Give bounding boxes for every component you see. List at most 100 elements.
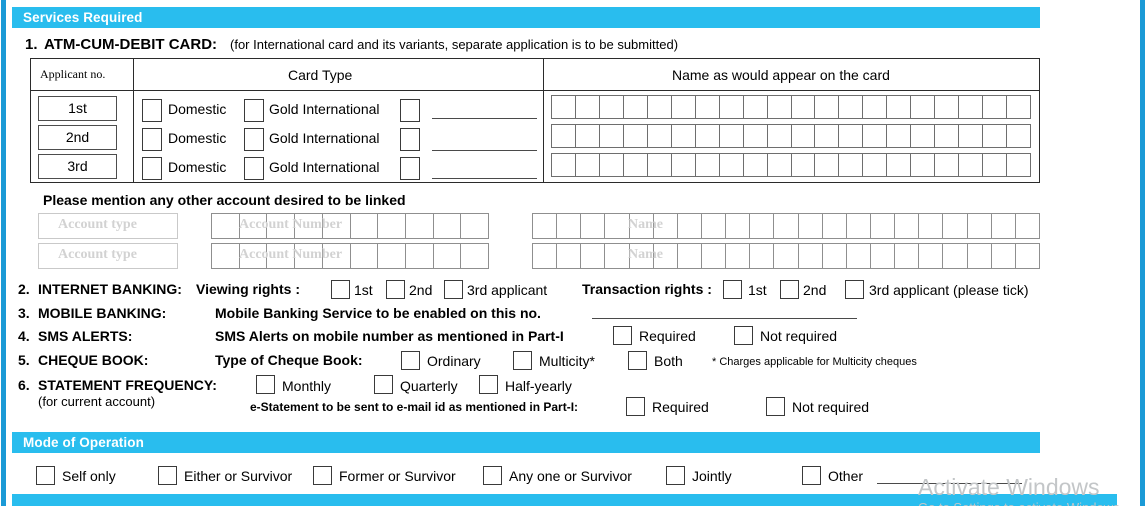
cheque-book-checkbox-both[interactable] (628, 351, 647, 370)
mobile-banking-text: Mobile Banking Service to be enabled on … (215, 305, 541, 321)
cheque-book-checkbox-multicity[interactable] (513, 351, 532, 370)
atm-checkbox-domestic-1[interactable] (142, 99, 162, 122)
linked-account-number-grid-1[interactable] (211, 213, 489, 239)
sms-alerts-text: SMS Alerts on mobile number as mentioned… (215, 328, 564, 344)
atm-checkbox-gold-international-3[interactable] (244, 157, 264, 180)
atm-other-line-1[interactable] (432, 118, 537, 119)
statement-frequency-item-number: 6. (18, 377, 30, 393)
atm-other-line-2[interactable] (432, 150, 537, 151)
sms-alerts-checkbox-not-required[interactable] (734, 326, 753, 345)
mobile-banking-number-line[interactable] (592, 318, 857, 319)
statement-frequency-sublabel: (for current account) (38, 394, 156, 409)
atm-label-domestic-1: Domestic (168, 101, 227, 117)
atm-table-divider-2 (543, 59, 545, 182)
atm-name-grid-2[interactable] (551, 124, 1031, 148)
atm-applicant-box-2[interactable]: 2nd (38, 125, 117, 150)
cheque-book-label-both: Both (654, 353, 683, 369)
atm-item-note: (for International card and its variants… (230, 37, 679, 52)
estatement-label-not-required: Not required (792, 399, 870, 415)
mode-checkbox-jointly[interactable] (666, 466, 685, 485)
mode-checkbox-either-or-survivor[interactable] (158, 466, 177, 485)
sms-alerts-label-not-required: Not required (760, 328, 838, 344)
sms-alerts-item-number: 4. (18, 328, 30, 344)
sms-alerts-checkbox-required[interactable] (613, 326, 632, 345)
atm-name-grid-3[interactable] (551, 153, 1031, 177)
sms-alerts-label-required: Required (639, 328, 696, 344)
viewing-rights-label-1st: 1st (354, 282, 373, 298)
atm-checkbox-gold-international-1[interactable] (244, 99, 264, 122)
atm-label-gold-international-3: Gold International (269, 159, 380, 175)
atm-name-grid-1[interactable] (551, 95, 1031, 119)
mode-label-jointly: Jointly (692, 468, 732, 484)
statement-frequency-label-monthly: Monthly (282, 378, 332, 394)
atm-label-domestic-3: Domestic (168, 159, 227, 175)
atm-item-label: ATM-CUM-DEBIT CARD: (44, 36, 218, 53)
atm-label-gold-international-1: Gold International (269, 101, 380, 117)
atm-applicant-box-1[interactable]: 1st (38, 96, 117, 121)
mode-label-any-one-or-survivor: Any one or Survivor (509, 468, 632, 484)
viewing-rights-label-3rd: 3rd applicant (467, 282, 548, 298)
transaction-rights-checkbox-3rd[interactable] (845, 280, 864, 299)
estatement-checkbox-required[interactable] (626, 397, 645, 416)
atm-checkbox-other-1[interactable] (400, 99, 420, 122)
atm-applicant-box-3[interactable]: 3rd (38, 154, 117, 179)
statement-frequency-label-half-yearly: Half-yearly (505, 378, 572, 394)
transaction-rights-label: Transaction rights : (582, 281, 712, 297)
internet-banking-label: INTERNET BANKING: (38, 281, 182, 297)
statement-frequency-checkbox-quarterly[interactable] (374, 375, 393, 394)
cheque-book-footnote: * Charges applicable for Multicity chequ… (712, 356, 917, 368)
internet-banking-item-number: 2. (18, 281, 30, 297)
atm-header-card-type: Card Type (288, 67, 353, 83)
linked-account-name-grid-1[interactable] (532, 213, 1040, 239)
transaction-rights-checkbox-2nd[interactable] (780, 280, 799, 299)
cheque-book-label: CHEQUE BOOK: (38, 352, 149, 368)
mode-checkbox-self-only[interactable] (36, 466, 55, 485)
form-page: Services Required 1. ATM-CUM-DEBIT CARD:… (0, 0, 1146, 506)
estatement-text: e-Statement to be sent to e-mail id as m… (250, 400, 579, 414)
mode-checkbox-other[interactable] (802, 466, 821, 485)
cheque-book-checkbox-ordinary[interactable] (401, 351, 420, 370)
statement-frequency-checkbox-monthly[interactable] (256, 375, 275, 394)
linked-account-name-grid-2[interactable] (532, 243, 1040, 269)
atm-checkbox-other-2[interactable] (400, 128, 420, 151)
transaction-rights-checkbox-1st[interactable] (723, 280, 742, 299)
atm-label-domestic-2: Domestic (168, 130, 227, 146)
linked-accounts-title: Please mention any other account desired… (43, 192, 406, 208)
atm-header-applicant-no: Applicant no. (40, 67, 106, 81)
cheque-book-type-label: Type of Cheque Book: (215, 352, 363, 368)
mode-label-either-or-survivor: Either or Survivor (184, 468, 293, 484)
atm-checkbox-other-3[interactable] (400, 157, 420, 180)
atm-checkbox-gold-international-2[interactable] (244, 128, 264, 151)
atm-checkbox-domestic-2[interactable] (142, 128, 162, 151)
transaction-rights-label-3rd: 3rd applicant (please tick) (869, 282, 1029, 298)
estatement-label-required: Required (652, 399, 709, 415)
mode-checkbox-any-one-or-survivor[interactable] (483, 466, 502, 485)
statement-frequency-label-quarterly: Quarterly (400, 378, 458, 394)
sms-alerts-label: SMS ALERTS: (38, 328, 133, 344)
linked-account-type-input-2[interactable] (38, 243, 178, 269)
atm-label-gold-international-2: Gold International (269, 130, 380, 146)
linked-account-number-grid-2[interactable] (211, 243, 489, 269)
viewing-rights-checkbox-2nd[interactable] (386, 280, 405, 299)
estatement-checkbox-not-required[interactable] (766, 397, 785, 416)
mode-label-self-only: Self only (62, 468, 116, 484)
statement-frequency-checkbox-half-yearly[interactable] (479, 375, 498, 394)
mode-other-line[interactable] (877, 483, 1022, 484)
viewing-rights-checkbox-3rd[interactable] (444, 280, 463, 299)
atm-other-line-3[interactable] (432, 178, 537, 179)
viewing-rights-label-2nd: 2nd (409, 282, 433, 298)
statement-frequency-label: STATEMENT FREQUENCY: (38, 377, 217, 393)
viewing-rights-checkbox-1st[interactable] (331, 280, 350, 299)
mode-checkbox-former-or-survivor[interactable] (313, 466, 332, 485)
page-right-rule (1140, 0, 1145, 506)
viewing-rights-label: Viewing rights : (196, 281, 300, 297)
atm-item-number: 1. (25, 36, 38, 53)
atm-checkbox-domestic-3[interactable] (142, 157, 162, 180)
mobile-banking-label: MOBILE BANKING: (38, 305, 167, 321)
mobile-banking-item-number: 3. (18, 305, 30, 321)
atm-header-name-on-card: Name as would appear on the card (672, 67, 890, 83)
cheque-book-label-multicity: Multicity* (539, 353, 596, 369)
section-header-services-required: Services Required (12, 7, 1040, 28)
atm-table-header-rule (31, 90, 1039, 92)
linked-account-type-input-1[interactable] (38, 213, 178, 239)
